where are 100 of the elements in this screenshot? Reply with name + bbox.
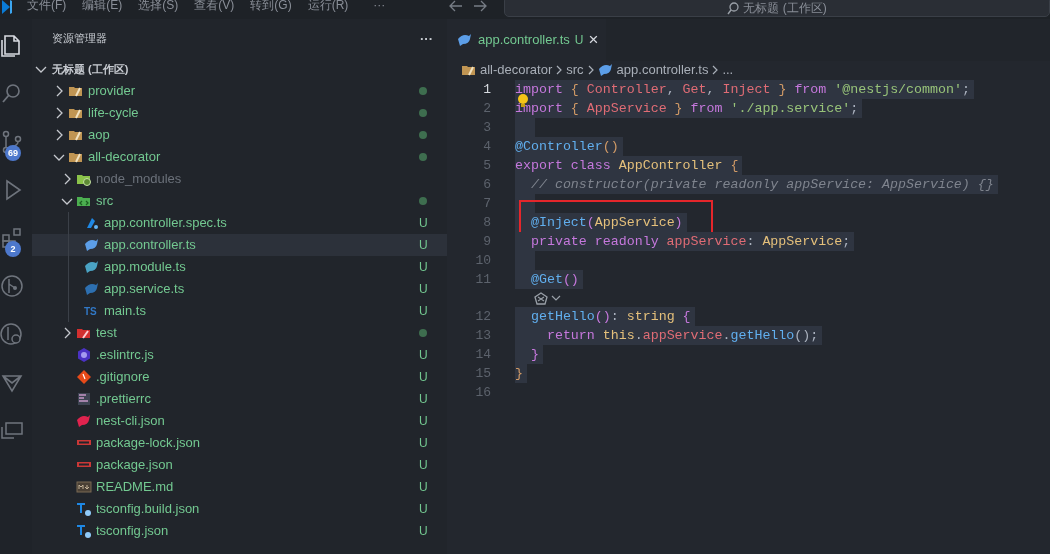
file-tree-item[interactable]: app.module.ts U <box>32 256 447 278</box>
back-arrow-icon[interactable] <box>449 0 463 12</box>
file-name: tsconfig.build.json <box>96 500 201 519</box>
sidebar-title: 资源管理器 <box>52 31 107 47</box>
file-name: main.ts <box>104 302 147 321</box>
tab-label: app.controller.ts <box>478 30 570 49</box>
breadcrumb-item[interactable]: src <box>566 60 584 80</box>
line-number: 16 <box>474 383 492 402</box>
breadcrumb-item[interactable]: ... <box>722 60 734 80</box>
file-name: .gitignore <box>96 368 151 387</box>
file-name: test <box>96 324 118 343</box>
codelens-icon[interactable] <box>534 291 548 305</box>
file-name: app.controller.ts <box>104 236 197 255</box>
file-name: life-cycle <box>88 104 140 123</box>
line-number: 15 <box>474 364 492 383</box>
more-menu[interactable]: ··· <box>373 0 386 13</box>
line-number: 7 <box>482 194 492 213</box>
menu-item[interactable]: 转到(G) <box>249 0 293 13</box>
file-tree-item[interactable]: .eslintrc.js U <box>32 344 447 366</box>
line-number: 2 <box>482 99 492 118</box>
chevron-icon <box>711 65 720 75</box>
line-number: 14 <box>474 345 492 364</box>
git-status: U <box>419 347 427 364</box>
command-center-text: 无标题 (工作区) <box>743 0 827 17</box>
file-name: src <box>96 192 115 211</box>
menu-item[interactable]: 选择(S) <box>137 0 180 13</box>
chevron-icon <box>555 65 564 75</box>
git-status: U <box>419 435 427 452</box>
file-tree-item[interactable]: package.json U <box>32 454 447 476</box>
git-status: U <box>419 303 427 320</box>
forward-arrow-icon[interactable] <box>473 0 487 12</box>
workspace-row[interactable]: 无标题 (工作区) <box>32 58 447 80</box>
file-tree-item[interactable]: src <box>32 190 447 212</box>
line-number: 9 <box>482 232 492 251</box>
file-name: .prettierrc <box>96 390 152 409</box>
more-actions-button[interactable]: ··· <box>420 28 433 49</box>
chevron-icon[interactable] <box>551 294 561 302</box>
extensions-icon[interactable] <box>0 226 24 250</box>
file-tree-item[interactable]: app.controller.spec.ts U <box>32 212 447 234</box>
file-tree-item[interactable]: tsconfig.build.json U <box>32 498 447 520</box>
file-tree-item[interactable]: test <box>32 322 447 344</box>
git-status: U <box>419 523 427 540</box>
file-tree-item[interactable]: life-cycle <box>32 102 447 124</box>
git-status: U <box>419 215 427 232</box>
git-status: U <box>419 259 427 276</box>
file-name: .eslintrc.js <box>96 346 155 365</box>
file-tree-item[interactable]: all-decorator <box>32 146 447 168</box>
file-tree-item[interactable]: README.md U <box>32 476 447 498</box>
file-name: package.json <box>96 456 174 475</box>
line-number: 1 <box>482 80 492 99</box>
count-badge: 2 <box>5 241 21 257</box>
line-number: 12 <box>474 307 492 326</box>
line-number: 13 <box>474 326 492 345</box>
line-number: 3 <box>482 118 492 137</box>
file-name: README.md <box>96 478 175 497</box>
file-name: app.controller.spec.ts <box>104 214 228 233</box>
graph-icon[interactable] <box>0 274 24 298</box>
file-tree-item[interactable]: app.controller.ts U <box>32 234 447 256</box>
file-tree-item[interactable]: tsconfig.json U <box>32 520 447 542</box>
workspace-title: 无标题 (工作区) <box>52 61 129 77</box>
git-status: U <box>419 369 427 386</box>
file-tree-item[interactable]: provider <box>32 80 447 102</box>
line-number: 11 <box>474 270 492 289</box>
breadcrumb-item[interactable]: all-decorator <box>480 60 553 80</box>
circle-search-icon[interactable] <box>0 322 24 346</box>
file-name: provider <box>88 82 136 101</box>
line-number: 6 <box>482 175 492 194</box>
file-tree-item[interactable]: TS main.ts U <box>32 300 447 322</box>
file-tree-item[interactable]: app.service.ts U <box>32 278 447 300</box>
close-button[interactable]: × <box>588 31 599 48</box>
file-name: aop <box>88 126 111 145</box>
markdown-icon <box>76 479 92 495</box>
git-status: U <box>419 479 427 496</box>
file-name: all-decorator <box>88 148 162 167</box>
line-number: 8 <box>482 213 492 232</box>
file-name: package-lock.json <box>96 434 202 453</box>
git-status: U <box>419 413 427 430</box>
count-badge: 69 <box>5 145 21 161</box>
menu-item[interactable]: 运行(R) <box>306 0 350 13</box>
file-name: tsconfig.json <box>96 522 170 541</box>
command-center[interactable]: 无标题 (工作区) <box>504 0 1050 17</box>
app-logo-icon <box>0 0 12 14</box>
search-icon <box>727 1 740 15</box>
file-tree-item[interactable]: aop <box>32 124 447 146</box>
file-name: node_modules <box>96 170 183 189</box>
file-tree-item[interactable]: .prettierrc U <box>32 388 447 410</box>
chevron-icon <box>586 65 595 75</box>
line-number: 5 <box>482 156 492 175</box>
breadcrumb-item[interactable]: app.controller.ts <box>616 60 709 80</box>
file-tree-item[interactable]: .gitignore U <box>32 366 447 388</box>
ts-label: TS <box>84 304 98 319</box>
file-name: nest-cli.json <box>96 412 166 431</box>
file-tree-item[interactable]: nest-cli.json U <box>32 410 447 432</box>
file-tree-item[interactable]: package-lock.json U <box>32 432 447 454</box>
git-status: U <box>419 237 427 254</box>
git-status: U <box>419 281 427 298</box>
git-status: U <box>574 31 584 49</box>
hexagon-icon <box>76 347 92 363</box>
diamond-icon <box>76 369 92 385</box>
square-icon <box>76 391 92 407</box>
